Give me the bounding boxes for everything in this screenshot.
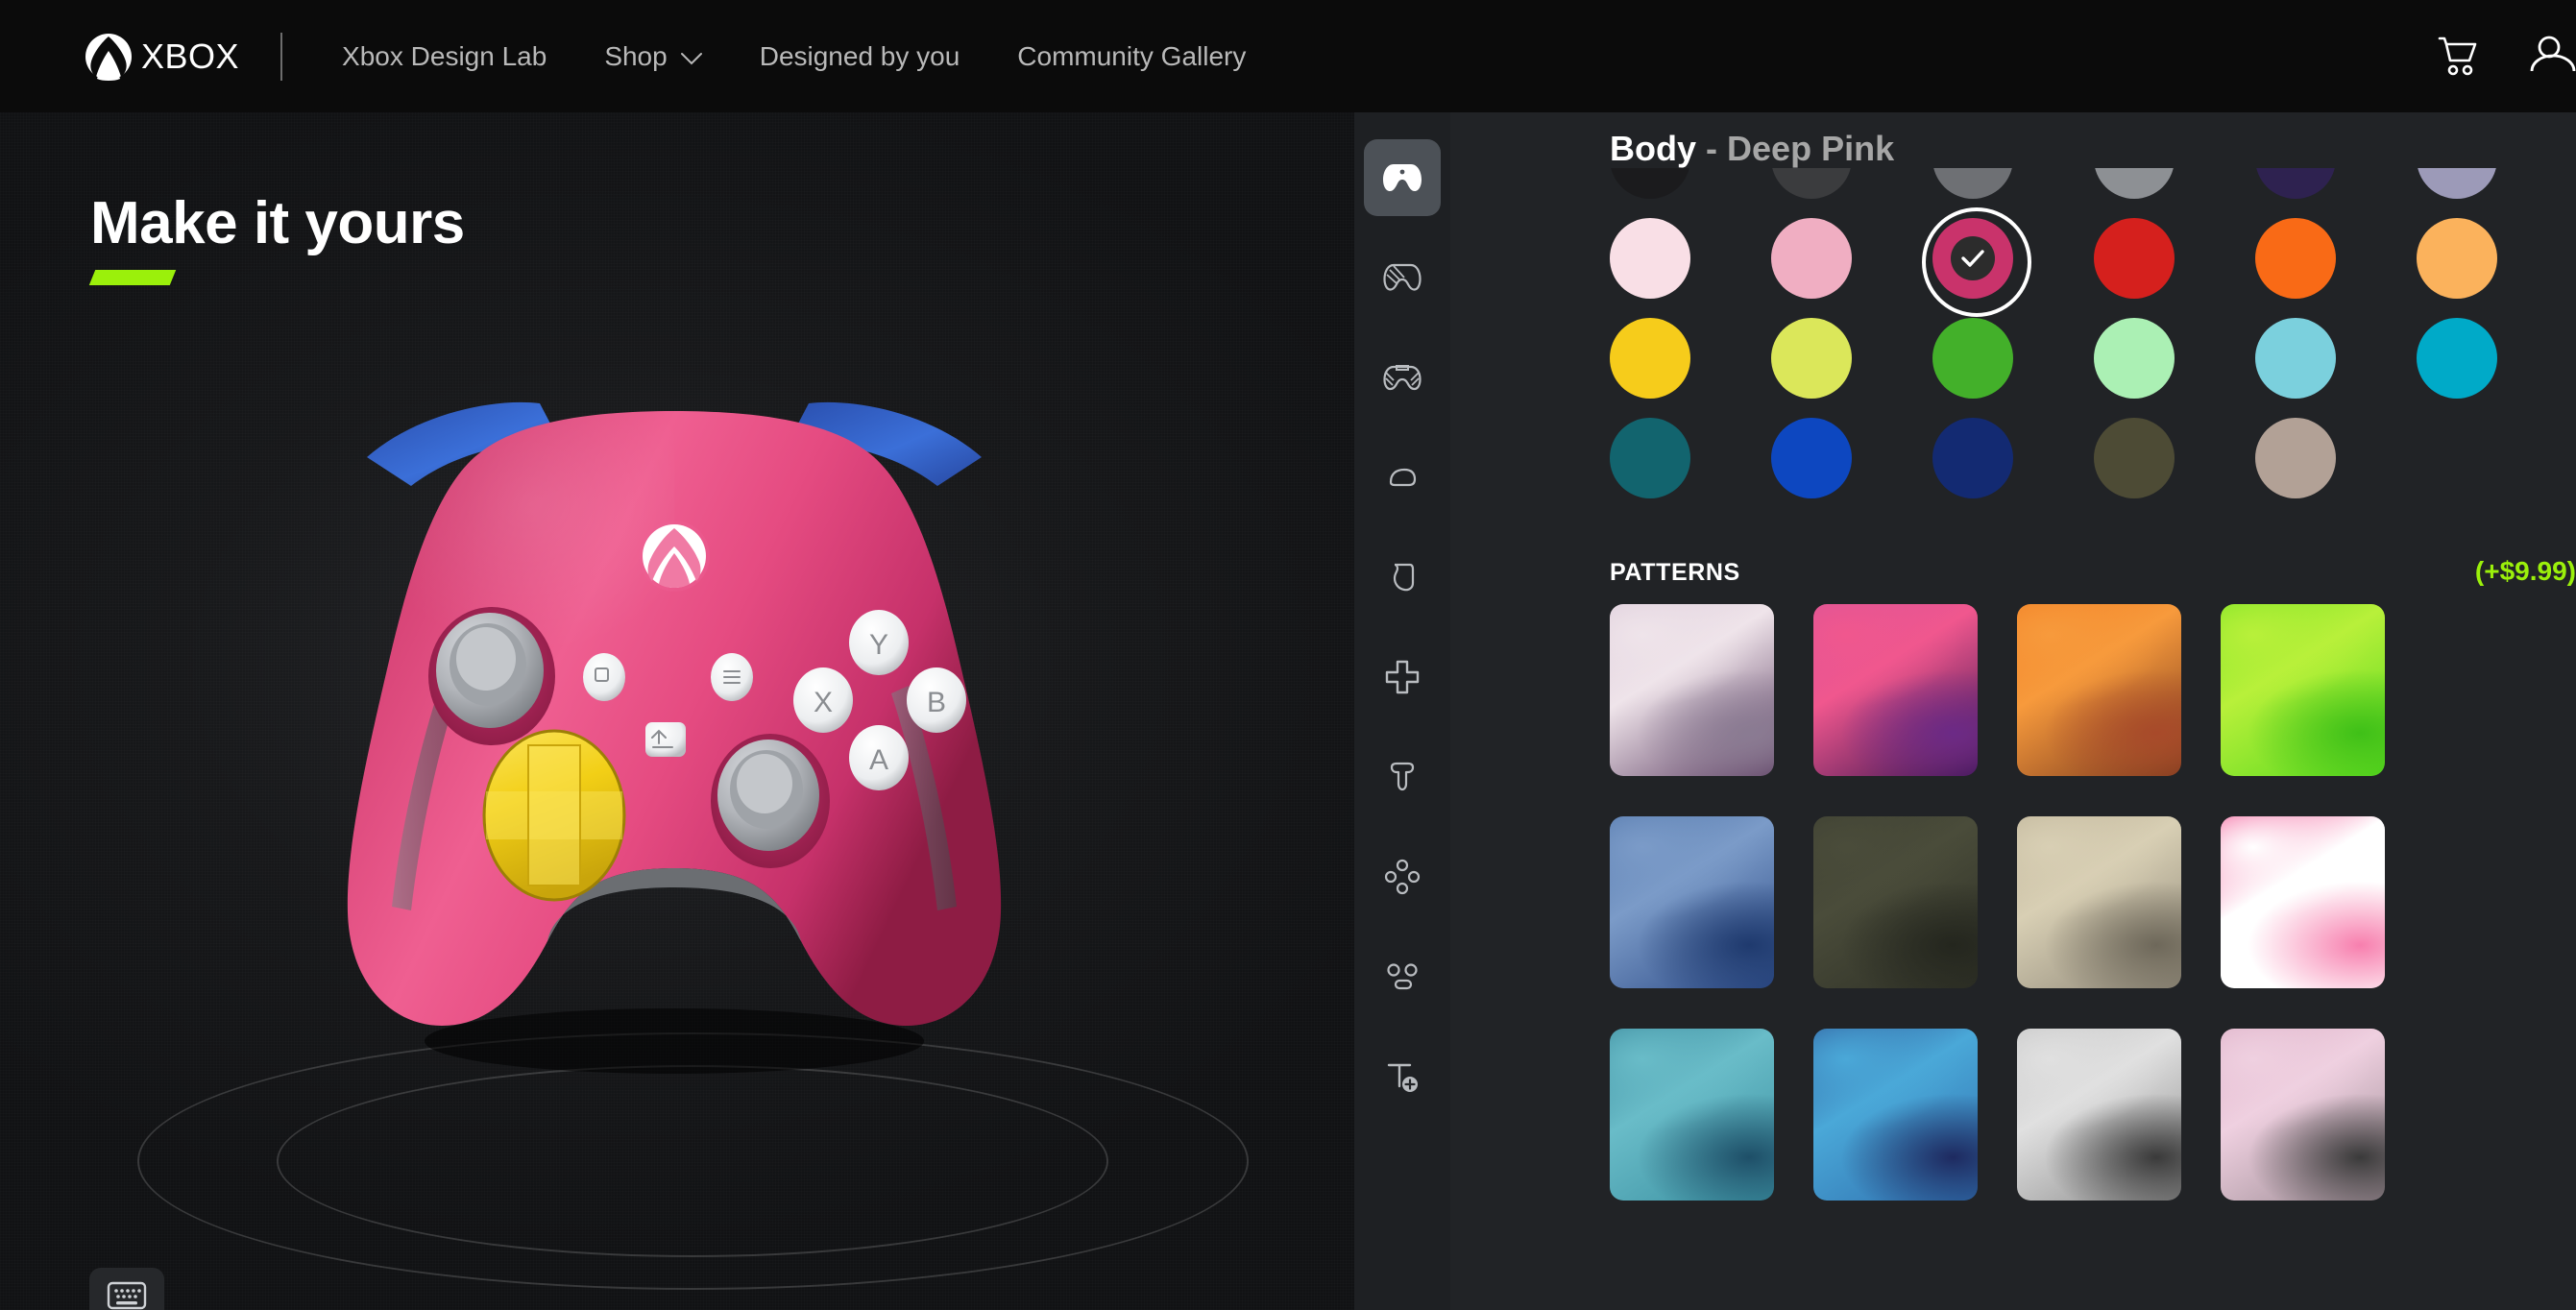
section-title: Body - Deep Pink — [1610, 129, 1894, 169]
color-swatch-mineral-blue[interactable] — [1610, 418, 1690, 498]
brand-logo[interactable]: XBOX — [85, 33, 239, 81]
color-swatch-nocturnal-green[interactable] — [2094, 418, 2175, 498]
chevron-down-icon — [680, 41, 702, 72]
part-selector-rail — [1354, 112, 1450, 1310]
svg-text:Y: Y — [869, 629, 888, 661]
controller-3d-model[interactable]: Y X B A — [223, 369, 1126, 1099]
selected-check-icon — [1951, 236, 1995, 280]
page-title: Make it yours — [90, 190, 465, 256]
brand-wordmark: XBOX — [141, 36, 240, 76]
dpad — [482, 729, 626, 902]
pattern-ocean-blue[interactable] — [1813, 1029, 1978, 1201]
color-swatch-soft-pink[interactable] — [1610, 218, 1690, 299]
color-swatch-lighting-yellow[interactable] — [1610, 318, 1690, 399]
nav-link-label: Xbox Design Lab — [342, 40, 547, 71]
keyboard-icon — [107, 1280, 147, 1310]
color-swatch-midnight-blue[interactable] — [1932, 418, 2013, 498]
color-swatch-zest-orange[interactable] — [2255, 218, 2336, 299]
color-swatch-electric-volt[interactable] — [1771, 318, 1852, 399]
pattern-lilac-marble[interactable] — [1610, 604, 1774, 776]
rail-item-bumpers[interactable] — [1364, 439, 1441, 516]
svg-text:X: X — [814, 687, 833, 718]
svg-text:A: A — [869, 744, 888, 776]
section-part-name: Body — [1610, 129, 1696, 168]
view-button — [583, 653, 625, 701]
color-swatch-storm-grey[interactable] — [1932, 168, 2013, 199]
pattern-sand-dune[interactable] — [2017, 816, 2181, 988]
svg-text:B: B — [927, 687, 946, 718]
pattern-steel-blue[interactable] — [1610, 816, 1774, 988]
color-swatch-dark-grey[interactable] — [1771, 168, 1852, 199]
patterns-price: (+$9.99) — [2474, 556, 2576, 586]
color-swatch-grid — [1610, 168, 2497, 498]
rail-item-triggers[interactable] — [1364, 539, 1441, 616]
nav-link-shop[interactable]: Shop — [604, 40, 702, 72]
nav-right-actions — [2407, 0, 2576, 112]
nav-link-community-gallery[interactable]: Community Gallery — [1017, 41, 1246, 72]
color-swatch-velocity-green[interactable] — [1932, 318, 2013, 399]
menu-button — [711, 653, 753, 701]
patterns-label: PATTERNS — [1610, 559, 1740, 586]
pattern-pink-camo[interactable] — [2221, 1029, 2385, 1201]
nav-link-designed-by-you[interactable]: Designed by you — [760, 41, 960, 72]
pattern-grey-camo[interactable] — [2017, 1029, 2181, 1201]
rail-item-thumbsticks[interactable] — [1364, 739, 1441, 815]
left-thumbstick — [428, 607, 555, 745]
color-swatch-soft-purple[interactable] — [2417, 168, 2497, 199]
color-swatch-shock-blue[interactable] — [1771, 418, 1852, 498]
right-thumbstick — [711, 734, 830, 868]
color-swatch-ash-grey[interactable] — [2094, 168, 2175, 199]
xbox-sphere-logo-icon — [85, 33, 133, 81]
account-person-icon[interactable] — [2513, 35, 2576, 79]
customization-panel: Body - Deep Pink PATTERNS (+$9.99) — [1354, 112, 2576, 1310]
rail-item-view-menu-buttons[interactable] — [1364, 938, 1441, 1015]
b-button: B — [907, 667, 966, 733]
pattern-teal-mist[interactable] — [1610, 1029, 1774, 1201]
pattern-magenta-swirl[interactable] — [1813, 604, 1978, 776]
x-button: X — [793, 667, 853, 733]
color-swatch-desert-tan[interactable] — [2255, 418, 2336, 498]
color-swatch-carbon-black[interactable] — [1610, 168, 1690, 199]
xbox-button-icon — [639, 521, 710, 592]
color-swatch-glacier-blue[interactable] — [2255, 318, 2336, 399]
top-navigation-bar: XBOX Xbox Design Lab Shop Designed by yo… — [0, 0, 2576, 112]
rail-item-add-text[interactable] — [1364, 1038, 1441, 1115]
rail-item-controller-back[interactable] — [1364, 239, 1441, 316]
section-selected-value: Deep Pink — [1727, 129, 1895, 168]
rail-item-dpad[interactable] — [1364, 639, 1441, 716]
pattern-grid — [1610, 604, 2576, 1201]
nav-link-label: Designed by you — [759, 40, 960, 71]
nav-link-label: Community Gallery — [1017, 40, 1247, 71]
pattern-neon-green[interactable] — [2221, 604, 2385, 776]
pattern-orange-flame[interactable] — [2017, 604, 2181, 776]
nav-links: Xbox Design Lab Shop Designed by you Com… — [282, 41, 1246, 72]
color-swatch-pulse-red[interactable] — [2094, 218, 2175, 299]
section-separator: - — [1706, 129, 1718, 168]
shopping-cart-icon[interactable] — [2407, 36, 2513, 78]
a-button: A — [849, 725, 909, 790]
y-button: Y — [849, 610, 909, 675]
panel-content: Body - Deep Pink PATTERNS (+$9.99) — [1450, 112, 2576, 1310]
color-swatch-soft-green[interactable] — [2094, 318, 2175, 399]
nav-link-design-lab[interactable]: Xbox Design Lab — [342, 41, 547, 72]
share-button — [645, 722, 686, 757]
pattern-pink-fade[interactable] — [2221, 816, 2385, 988]
rail-item-controller-body[interactable] — [1364, 139, 1441, 216]
color-swatch-retro-pink[interactable] — [1771, 218, 1852, 299]
rail-item-controller-grips[interactable] — [1364, 339, 1441, 416]
keyboard-shortcuts-button[interactable] — [89, 1268, 164, 1310]
color-swatch-scroll-area[interactable] — [1450, 168, 2576, 529]
color-swatch-deep-pink[interactable] — [1922, 207, 2031, 317]
controller-preview-stage[interactable]: Make it yours Y X B A — [0, 112, 1354, 1310]
color-swatch-midnight-purple[interactable] — [2255, 168, 2336, 199]
nav-link-label: Shop — [604, 40, 668, 71]
pattern-olive-camo[interactable] — [1813, 816, 1978, 988]
title-accent-bar — [88, 270, 177, 285]
color-swatch-soft-orange[interactable] — [2417, 218, 2497, 299]
rail-item-abxy-buttons[interactable] — [1364, 838, 1441, 915]
color-swatch-dragonfly-blue[interactable] — [2417, 318, 2497, 399]
patterns-header: PATTERNS (+$9.99) — [1610, 556, 2576, 587]
